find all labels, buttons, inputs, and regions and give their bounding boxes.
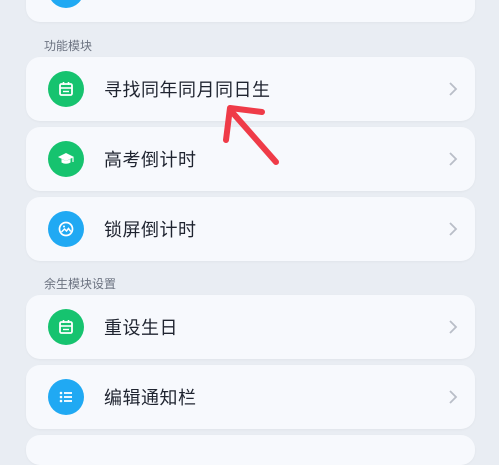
chevron-right-icon: [449, 82, 458, 96]
graduation-cap-icon-svg: [58, 153, 74, 164]
next-card[interactable]: [26, 435, 475, 465]
gaokao-countdown-label: 高考倒计时: [104, 150, 197, 171]
list-icon: [48, 379, 84, 415]
calendar-icon-svg: [59, 320, 73, 334]
edit-notification-label: 编辑通知栏: [104, 388, 197, 409]
image-icon: [48, 211, 84, 247]
chevron-right-icon: [449, 320, 458, 334]
calendar-icon: [48, 309, 84, 345]
previous-card[interactable]: [26, 0, 475, 22]
lockscreen-countdown-label: 锁屏倒计时: [104, 220, 197, 241]
calendar-icon: [48, 71, 84, 107]
annotation-arrow-icon: [223, 105, 279, 165]
calendar-icon-svg: [59, 82, 73, 96]
reset-birthday-row[interactable]: 重设生日: [26, 295, 475, 359]
section-header-life: 余生模块设置: [44, 277, 117, 291]
partial-icon: [48, 0, 84, 8]
edit-notification-row[interactable]: 编辑通知栏: [26, 365, 475, 429]
lockscreen-countdown-row[interactable]: 锁屏倒计时: [26, 197, 475, 261]
chevron-right-icon: [449, 390, 458, 404]
graduation-cap-icon: [48, 141, 84, 177]
chevron-right-icon: [449, 152, 458, 166]
reset-birthday-label: 重设生日: [104, 318, 178, 339]
image-icon-svg: [58, 221, 74, 237]
section-header-modules: 功能模块: [44, 39, 93, 53]
chevron-right-icon: [449, 222, 458, 236]
list-icon-svg: [59, 391, 72, 403]
